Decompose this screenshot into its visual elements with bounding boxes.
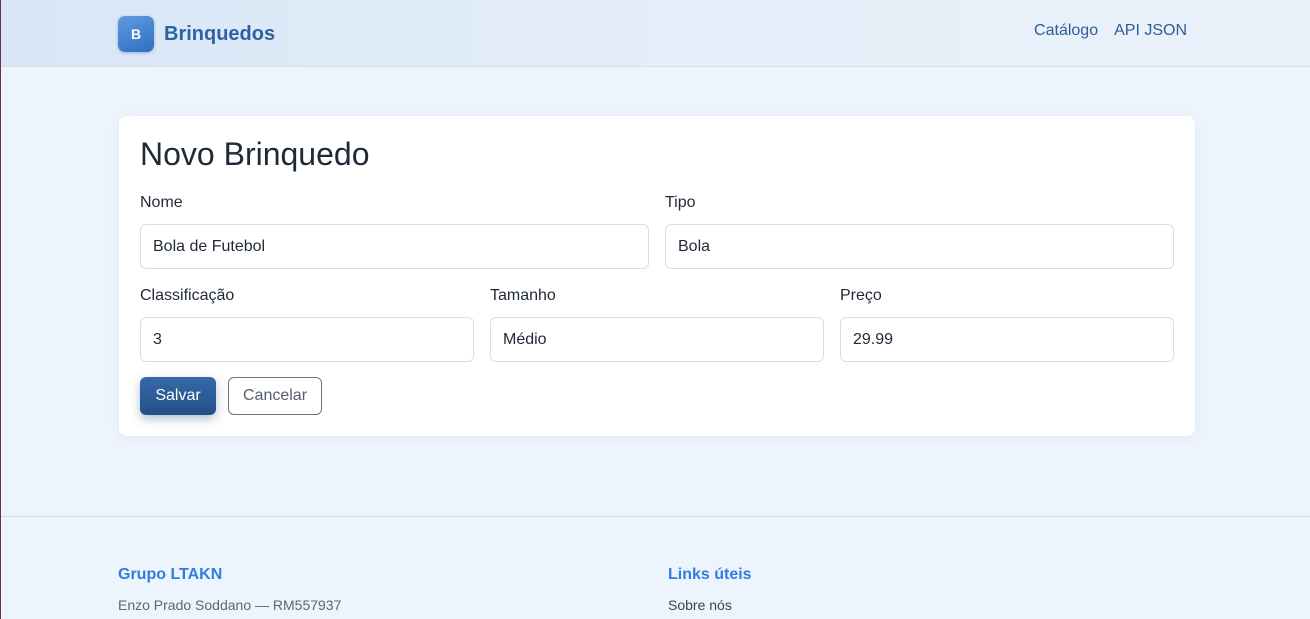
tipo-label: Tipo <box>665 194 696 211</box>
brand[interactable]: B Brinquedos <box>118 16 275 52</box>
field-nome: Nome <box>140 194 649 269</box>
save-button[interactable]: Salvar <box>140 377 216 415</box>
field-tamanho: Tamanho <box>490 287 824 362</box>
nav-link-api-json[interactable]: API JSON <box>1114 22 1187 40</box>
footer-links-heading: Links úteis <box>668 566 752 583</box>
footer-link-sobre-nos[interactable]: Sobre nós <box>668 597 752 613</box>
preco-input[interactable] <box>840 317 1174 362</box>
nav-link-catalogo[interactable]: Catálogo <box>1034 22 1098 40</box>
field-tipo: Tipo <box>665 194 1174 269</box>
nav-links: Catálogo API JSON <box>1034 22 1187 40</box>
brand-logo-icon: B <box>118 16 154 52</box>
tamanho-label: Tamanho <box>490 287 556 304</box>
classificacao-label: Classificação <box>140 287 235 304</box>
tamanho-input[interactable] <box>490 317 824 362</box>
footer-group-heading: Grupo LTAKN <box>118 566 223 583</box>
footer-links: Links úteis Sobre nós <box>668 566 752 613</box>
cancel-button[interactable]: Cancelar <box>228 377 322 415</box>
field-preco: Preço <box>840 287 1174 362</box>
tipo-input[interactable] <box>665 224 1174 269</box>
footer: Grupo LTAKN Enzo Prado Soddano — RM55793… <box>1 516 1310 619</box>
nome-input[interactable] <box>140 224 649 269</box>
footer-group: Grupo LTAKN Enzo Prado Soddano — RM55793… <box>118 566 341 613</box>
form-card: Novo Brinquedo Nome Tipo Classificação T… <box>119 116 1195 436</box>
page-title: Novo Brinquedo <box>140 136 370 172</box>
top-navbar: B Brinquedos Catálogo API JSON <box>1 0 1310 67</box>
footer-member: Enzo Prado Soddano — RM557937 <box>118 597 342 613</box>
preco-label: Preço <box>840 287 882 304</box>
nome-label: Nome <box>140 194 183 211</box>
brand-name: Brinquedos <box>164 22 276 45</box>
field-classificacao: Classificação <box>140 287 474 362</box>
classificacao-input[interactable] <box>140 317 474 362</box>
